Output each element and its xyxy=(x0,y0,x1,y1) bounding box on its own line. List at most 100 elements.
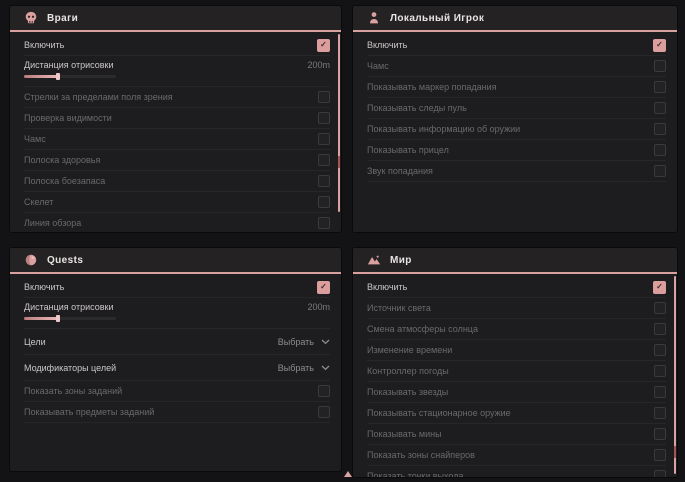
select-value: Выбрать xyxy=(278,337,314,347)
row-slider: Дистанция отрисовки 200m xyxy=(24,298,330,329)
row-checkbox[interactable]: Линия обзора xyxy=(24,213,330,233)
slider-knob[interactable] xyxy=(56,73,60,80)
scroll-indicator-icon[interactable] xyxy=(344,471,352,477)
checkbox[interactable] xyxy=(318,154,330,166)
row-label: Стрелки за пределами поля зрения xyxy=(24,92,173,102)
slider-track[interactable] xyxy=(24,317,116,320)
slider-label-row: Дистанция отрисовки 200m xyxy=(24,300,330,314)
row-checkbox[interactable]: Скелет xyxy=(24,192,330,213)
checkbox[interactable] xyxy=(654,81,666,93)
row-label: Показывать следы пуль xyxy=(367,103,467,113)
row-checkbox[interactable]: Звук попадания xyxy=(367,161,666,182)
row-label: Показывать маркер попадания xyxy=(367,82,497,92)
row-checkbox[interactable]: Полоска здоровья xyxy=(24,150,330,171)
scrollbar-thumb[interactable] xyxy=(674,446,676,458)
slider-knob[interactable] xyxy=(56,315,60,322)
checkbox[interactable] xyxy=(653,281,666,294)
slider-track[interactable] xyxy=(24,75,116,78)
row-label: Проверка видимости xyxy=(24,113,112,123)
checkbox[interactable] xyxy=(318,217,330,229)
panel-title: Локальный Игрок xyxy=(390,13,484,24)
row-label: Включить xyxy=(24,282,64,292)
row-checkbox[interactable]: Включить xyxy=(367,277,666,298)
checkbox[interactable] xyxy=(318,175,330,187)
row-checkbox[interactable]: Включить xyxy=(367,35,666,56)
row-checkbox[interactable]: Показать точки выхода xyxy=(367,466,666,478)
checkbox[interactable] xyxy=(654,365,666,377)
row-checkbox[interactable]: Показывать следы пуль xyxy=(367,98,666,119)
row-checkbox[interactable]: Показывать информацию об оружии xyxy=(367,119,666,140)
row-checkbox[interactable]: Показывать маркер попадания xyxy=(367,77,666,98)
row-checkbox[interactable]: Включить xyxy=(24,277,330,298)
scrollbar[interactable] xyxy=(674,276,676,474)
slider-value: 200m xyxy=(307,302,330,312)
checkbox[interactable] xyxy=(654,323,666,335)
checkbox[interactable] xyxy=(654,428,666,440)
select-control[interactable]: Выбрать xyxy=(278,337,330,347)
checkbox[interactable] xyxy=(318,91,330,103)
row-label: Полоска здоровья xyxy=(24,155,100,165)
slider-value: 200m xyxy=(307,60,330,70)
checkbox[interactable] xyxy=(317,281,330,294)
checkbox[interactable] xyxy=(654,344,666,356)
row-label: Показать зоны заданий xyxy=(24,386,122,396)
checkbox[interactable] xyxy=(654,123,666,135)
checkbox[interactable] xyxy=(654,165,666,177)
checkbox[interactable] xyxy=(318,196,330,208)
row-checkbox[interactable]: Полоска боезапаса xyxy=(24,171,330,192)
checkbox[interactable] xyxy=(318,406,330,418)
checkbox[interactable] xyxy=(654,144,666,156)
checkbox[interactable] xyxy=(654,449,666,461)
checkbox[interactable] xyxy=(318,385,330,397)
row-checkbox[interactable]: Показывать звезды xyxy=(367,382,666,403)
panel-header: Локальный Игрок xyxy=(353,6,677,32)
row-checkbox[interactable]: Проверка видимости xyxy=(24,108,330,129)
settings-page: Враги Включить Дистанция отрисовки 200m … xyxy=(0,0,685,482)
checkbox[interactable] xyxy=(654,407,666,419)
row-label: Изменение времени xyxy=(367,345,452,355)
row-label: Модификаторы целей xyxy=(24,363,116,373)
slider-fill xyxy=(24,317,58,320)
checkbox[interactable] xyxy=(654,302,666,314)
chevron-down-icon xyxy=(321,339,330,345)
checkbox[interactable] xyxy=(318,112,330,124)
row-label: Дистанция отрисовки xyxy=(24,60,114,70)
row-checkbox[interactable]: Контроллер погоды xyxy=(367,361,666,382)
row-checkbox[interactable]: Показать зоны снайперов xyxy=(367,445,666,466)
row-select[interactable]: Модификаторы целей Выбрать xyxy=(24,355,330,381)
row-label: Показать зоны снайперов xyxy=(367,450,475,460)
panel-quests: Quests Включить Дистанция отрисовки 200m… xyxy=(9,247,342,472)
row-checkbox[interactable]: Чамс xyxy=(367,56,666,77)
row-label: Контроллер погоды xyxy=(367,366,449,376)
checkbox[interactable] xyxy=(654,470,666,478)
row-label: Показывать звезды xyxy=(367,387,448,397)
checkbox[interactable] xyxy=(317,39,330,52)
row-select[interactable]: Цели Выбрать xyxy=(24,329,330,355)
slider-label-row: Дистанция отрисовки 200m xyxy=(24,58,330,72)
row-checkbox[interactable]: Смена атмосферы солнца xyxy=(367,319,666,340)
row-checkbox[interactable]: Показывать прицел xyxy=(367,140,666,161)
checkbox[interactable] xyxy=(654,60,666,72)
row-label: Скелет xyxy=(24,197,53,207)
row-checkbox[interactable]: Включить xyxy=(24,35,330,56)
checkbox[interactable] xyxy=(654,386,666,398)
row-checkbox[interactable]: Показывать мины xyxy=(367,424,666,445)
row-checkbox[interactable]: Показывать стационарное оружие xyxy=(367,403,666,424)
scrollbar[interactable] xyxy=(338,34,340,212)
row-checkbox[interactable]: Изменение времени xyxy=(367,340,666,361)
mountain-icon xyxy=(367,253,381,267)
row-checkbox[interactable]: Показывать предметы заданий xyxy=(24,402,330,423)
checkbox[interactable] xyxy=(318,133,330,145)
chevron-down-icon xyxy=(321,365,330,371)
select-value: Выбрать xyxy=(278,363,314,373)
scrollbar-thumb[interactable] xyxy=(338,156,340,168)
row-checkbox[interactable]: Источник света xyxy=(367,298,666,319)
select-control[interactable]: Выбрать xyxy=(278,363,330,373)
row-label: Цели xyxy=(24,337,46,347)
checkbox[interactable] xyxy=(653,39,666,52)
row-checkbox[interactable]: Показать зоны заданий xyxy=(24,381,330,402)
row-checkbox[interactable]: Стрелки за пределами поля зрения xyxy=(24,87,330,108)
row-checkbox[interactable]: Чамс xyxy=(24,129,330,150)
panel-local-player: Локальный Игрок Включить Чамс Показывать… xyxy=(352,5,678,233)
checkbox[interactable] xyxy=(654,102,666,114)
